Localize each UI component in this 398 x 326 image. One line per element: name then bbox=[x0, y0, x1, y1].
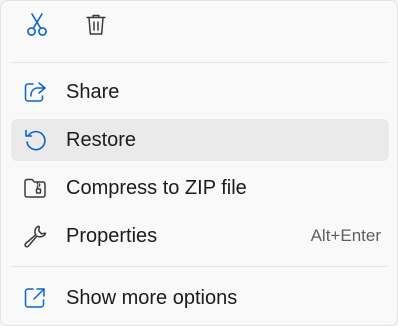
trash-icon bbox=[83, 12, 109, 43]
zip-folder-icon bbox=[21, 174, 49, 202]
menu-item-show-more-options[interactable]: Show more options bbox=[11, 277, 389, 319]
menu-divider bbox=[11, 62, 387, 63]
menu-divider bbox=[11, 266, 387, 267]
menu-item-label: Restore bbox=[66, 128, 137, 151]
menu-item-label: Properties bbox=[66, 224, 158, 247]
menu-item-label: Compress to ZIP file bbox=[66, 176, 247, 199]
restore-icon bbox=[21, 126, 49, 154]
quick-actions-bar bbox=[1, 1, 398, 57]
scissors-icon bbox=[24, 12, 50, 43]
wrench-icon bbox=[21, 222, 49, 250]
context-menu: Share Restore Compress to ZIP file Prope… bbox=[0, 0, 398, 326]
menu-item-compress-zip[interactable]: Compress to ZIP file bbox=[11, 167, 389, 209]
keyboard-shortcut: Alt+Enter bbox=[310, 226, 381, 245]
menu-item-share[interactable]: Share bbox=[11, 71, 389, 113]
menu-item-label: Show more options bbox=[66, 286, 238, 309]
menu-item-label: Share bbox=[66, 80, 120, 103]
cut-button[interactable] bbox=[15, 5, 59, 49]
open-external-icon bbox=[21, 284, 49, 312]
menu-item-restore[interactable]: Restore bbox=[11, 119, 389, 161]
delete-button[interactable] bbox=[74, 5, 118, 49]
menu-item-properties[interactable]: Properties Alt+Enter bbox=[11, 215, 389, 257]
share-icon bbox=[21, 78, 49, 106]
